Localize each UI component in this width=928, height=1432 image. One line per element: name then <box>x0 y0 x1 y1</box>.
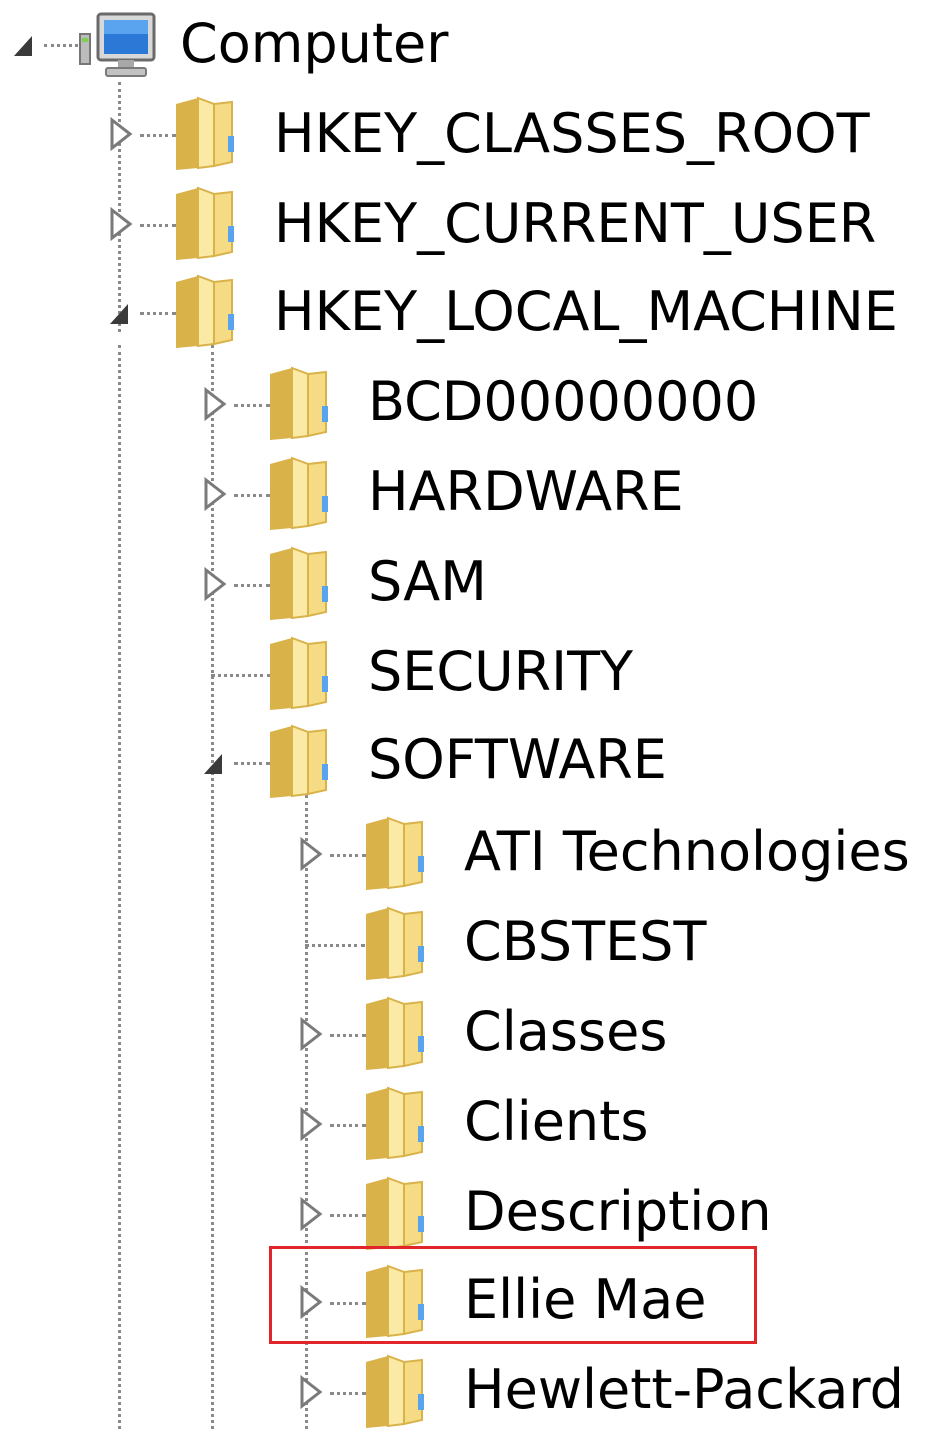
folder-icon <box>360 1086 432 1162</box>
folder-icon <box>264 636 336 712</box>
collapse-arrow-icon[interactable] <box>104 296 136 332</box>
tree-item-label: HKEY_CURRENT_USER <box>274 192 877 255</box>
collapse-arrow-icon[interactable] <box>198 746 230 782</box>
tree-item-security[interactable]: SECURITY <box>0 634 928 714</box>
expand-arrow-icon[interactable] <box>294 1106 326 1142</box>
tree-item-label: HARDWARE <box>368 460 684 523</box>
folder-icon <box>264 724 336 800</box>
tree-item-description[interactable]: Description <box>0 1174 928 1254</box>
tree-item-label: SOFTWARE <box>368 728 667 791</box>
expand-arrow-icon[interactable] <box>294 836 326 872</box>
expand-arrow-icon[interactable] <box>294 1016 326 1052</box>
expand-arrow-icon[interactable] <box>104 206 136 242</box>
folder-icon <box>264 366 336 442</box>
tree-item-label: HKEY_LOCAL_MACHINE <box>274 280 898 343</box>
expand-arrow-icon[interactable] <box>198 386 230 422</box>
folder-icon <box>170 96 242 172</box>
folder-icon <box>360 996 432 1072</box>
tree-item-label: Classes <box>464 1000 668 1063</box>
tree-item-label: SAM <box>368 550 487 613</box>
collapse-arrow-icon[interactable] <box>8 28 40 64</box>
tree-item-label: HKEY_CLASSES_ROOT <box>274 102 870 165</box>
tree-item-label: ATI Technologies <box>464 820 910 883</box>
folder-icon <box>170 186 242 262</box>
folder-icon <box>360 906 432 982</box>
tree-item-label: SECURITY <box>368 640 634 703</box>
expand-arrow-icon[interactable] <box>294 1196 326 1232</box>
tree-item-ati-technologies[interactable]: ATI Technologies <box>0 814 928 894</box>
tree-item-hkey-current-user[interactable]: HKEY_CURRENT_USER <box>0 184 928 264</box>
folder-icon <box>360 1264 432 1340</box>
tree-item-computer[interactable]: Computer <box>0 4 928 84</box>
folder-icon <box>360 816 432 892</box>
tree-item-sam[interactable]: SAM <box>0 544 928 624</box>
expand-arrow-icon[interactable] <box>104 116 136 152</box>
folder-icon <box>264 546 336 622</box>
tree-item-label: Computer <box>180 12 449 75</box>
tree-item-hardware[interactable]: HARDWARE <box>0 454 928 534</box>
expand-arrow-icon[interactable] <box>198 476 230 512</box>
tree-item-label: CBSTEST <box>464 910 707 973</box>
folder-icon <box>360 1354 432 1430</box>
tree-item-hkey-local-machine[interactable]: HKEY_LOCAL_MACHINE <box>0 272 928 352</box>
tree-item-bcd00000000[interactable]: BCD00000000 <box>0 364 928 444</box>
expand-arrow-icon[interactable] <box>294 1374 326 1410</box>
tree-item-label: Hewlett-Packard <box>464 1358 904 1421</box>
expand-arrow-icon[interactable] <box>294 1284 326 1320</box>
expand-arrow-icon[interactable] <box>198 566 230 602</box>
tree-item-label: Description <box>464 1180 772 1243</box>
tree-item-label: Clients <box>464 1090 649 1153</box>
tree-item-hewlett-packard[interactable]: Hewlett-Packard <box>0 1352 928 1432</box>
registry-tree: Computer HKEY_CLASSES_ROOT HKEY_CURRENT_… <box>0 0 928 1429</box>
tree-item-label: BCD00000000 <box>368 370 759 433</box>
tree-item-ellie-mae[interactable]: Ellie Mae <box>0 1262 928 1342</box>
folder-icon <box>264 456 336 532</box>
tree-item-cbstest[interactable]: CBSTEST <box>0 904 928 984</box>
tree-item-hkey-classes-root[interactable]: HKEY_CLASSES_ROOT <box>0 94 928 174</box>
tree-item-classes[interactable]: Classes <box>0 994 928 1074</box>
folder-icon <box>360 1176 432 1252</box>
tree-item-clients[interactable]: Clients <box>0 1084 928 1164</box>
computer-icon <box>78 8 158 84</box>
folder-icon <box>170 274 242 350</box>
tree-item-software[interactable]: SOFTWARE <box>0 722 928 802</box>
tree-item-label: Ellie Mae <box>464 1268 707 1331</box>
